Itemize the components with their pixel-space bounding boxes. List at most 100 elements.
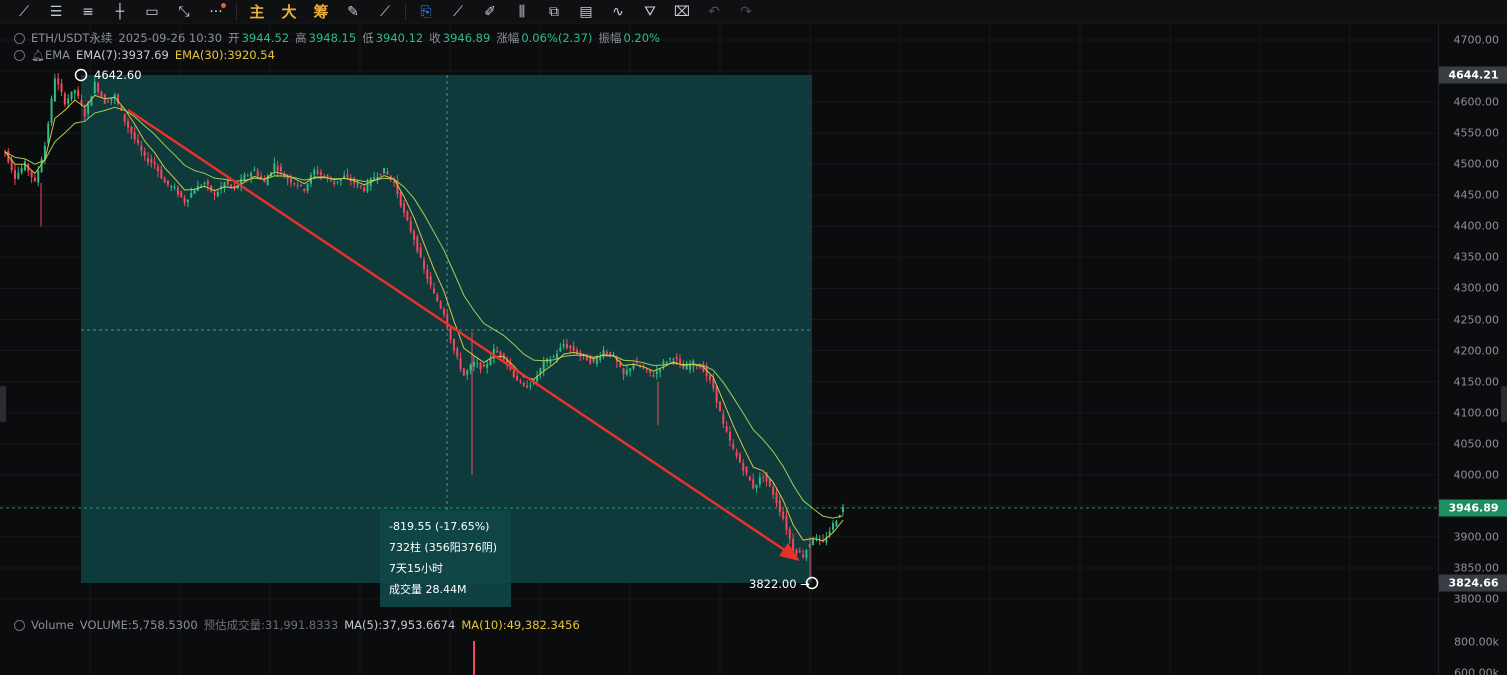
candle-body xyxy=(599,356,602,360)
datetime-label: 2025-09-26 10:30 xyxy=(118,31,223,45)
candle-body xyxy=(13,169,16,179)
candle-body xyxy=(782,511,785,519)
note-icon[interactable]: ▤ xyxy=(570,1,602,23)
collapse-toggle-icon[interactable] xyxy=(14,49,25,61)
left-panel-handle[interactable] xyxy=(0,386,6,422)
trend-draw-icon[interactable]: ⟋ xyxy=(369,1,401,23)
price-axis-tick: 4150.00 xyxy=(1453,375,1500,389)
candle-body xyxy=(409,221,412,232)
price-chart[interactable]: ETH/USDT永续 2025-09-26 10:30 开 3944.52 高 39… xyxy=(0,25,1438,675)
candle-body xyxy=(775,492,778,503)
candle-body xyxy=(413,231,416,240)
bookmark-icon[interactable]: ⎘ xyxy=(410,1,442,23)
redo-icon[interactable]: ↷ xyxy=(730,1,762,23)
copy-icon[interactable]: ⧉ xyxy=(538,1,570,23)
ohlc-legend: ETH/USDT永续 2025-09-26 10:30 开 3944.52 高 39… xyxy=(14,30,660,46)
magnet-icon[interactable]: ∿ xyxy=(602,1,634,23)
price-axis-tick: 4100.00 xyxy=(1453,406,1500,420)
candle-body xyxy=(665,362,668,364)
alert-bell-icon[interactable]: 🔔︎ xyxy=(31,49,45,62)
candle-body xyxy=(802,554,805,558)
cross-line-icon[interactable]: ┼ xyxy=(104,1,136,23)
horizontal-lines-icon[interactable]: ≡ xyxy=(72,1,104,23)
candle-body xyxy=(37,170,40,183)
candle-body xyxy=(735,451,738,456)
price-axis-tick: 4300.00 xyxy=(1453,281,1500,295)
candle-body xyxy=(90,96,93,106)
toolbar-divider xyxy=(405,3,406,20)
candle-body xyxy=(137,139,140,144)
price-axis-tick: 3800.00 xyxy=(1453,592,1500,606)
candle-body xyxy=(655,371,658,375)
measure-change: -819.55 (-17.65%) xyxy=(389,520,490,533)
candle-body xyxy=(186,199,189,203)
candle-body xyxy=(708,375,711,380)
rectangle-icon[interactable]: ▭ xyxy=(136,1,168,23)
candle-body xyxy=(728,431,731,441)
high-label: 高 xyxy=(295,31,307,45)
large-order-button[interactable]: 大 xyxy=(273,1,305,23)
ma10-value: MA(10):49,382.3456 xyxy=(461,618,580,632)
measure-icon[interactable]: ⤡ xyxy=(168,1,200,23)
candle-body xyxy=(432,288,435,294)
candle-body xyxy=(742,462,745,471)
volume-name[interactable]: Volume xyxy=(31,618,74,632)
candle-body xyxy=(363,187,366,192)
price-axis-tick: 3850.00 xyxy=(1453,561,1500,575)
amplitude-label: 振幅 xyxy=(598,31,622,45)
filter-icon[interactable]: ⛛ xyxy=(634,1,666,23)
candle-body xyxy=(456,348,459,357)
candle-body xyxy=(246,174,249,176)
candle-body xyxy=(812,538,815,545)
draw-mode-icon[interactable]: ✎ xyxy=(337,1,369,23)
candle-body xyxy=(462,368,465,376)
candle-body xyxy=(416,236,419,252)
amplitude-value: 0.20% xyxy=(623,31,660,45)
candle-body xyxy=(83,108,86,117)
candle-body xyxy=(313,169,316,175)
chart-canvas xyxy=(0,25,1438,675)
trash-icon[interactable]: ⌧ xyxy=(666,1,698,23)
candles-icon[interactable]: ⫼ xyxy=(506,1,538,23)
undo-icon[interactable]: ↶ xyxy=(698,1,730,23)
price-axis[interactable]: 4700.004650.004600.004550.004500.004450.… xyxy=(1438,25,1507,675)
candle-body xyxy=(755,484,758,489)
candle-body xyxy=(675,356,678,360)
trend-line-icon[interactable]: ⟋ xyxy=(8,1,40,23)
candle-body xyxy=(692,360,695,367)
candle-body xyxy=(572,346,575,352)
symbol-label[interactable]: ETH/USDT永续 xyxy=(31,30,112,46)
parallel-lines-icon[interactable]: ☰ xyxy=(40,1,72,23)
candle-body xyxy=(206,180,209,185)
close-value: 3946.89 xyxy=(442,31,491,45)
more-icon[interactable]: ··· xyxy=(200,1,232,23)
candle-body xyxy=(17,172,20,179)
candle-body xyxy=(499,351,502,357)
candle-body xyxy=(526,385,529,388)
candle-body xyxy=(406,211,409,221)
candle-body xyxy=(63,93,66,105)
candle-body xyxy=(772,487,775,495)
current-price-tag: 3946.89 xyxy=(1439,499,1507,517)
candle-body xyxy=(359,185,362,187)
candle-body xyxy=(53,78,56,102)
candle-body xyxy=(123,114,126,122)
collapse-toggle-icon[interactable] xyxy=(14,619,25,631)
eraser-brush-icon[interactable]: ✐ xyxy=(474,1,506,23)
chip-distribution-button[interactable]: 筹 xyxy=(305,1,337,23)
main-indicator-button[interactable]: 主 xyxy=(241,1,273,23)
candle-body xyxy=(160,169,163,179)
candle-body xyxy=(625,370,628,375)
low-point-label: 3822.00 → xyxy=(749,577,810,591)
right-panel-handle[interactable] xyxy=(1501,386,1507,422)
ruler-icon[interactable]: ⟋ xyxy=(442,1,474,23)
candle-body xyxy=(163,178,166,183)
volume-axis-tick: 600.00k xyxy=(1454,666,1499,675)
candle-body xyxy=(336,181,339,183)
candle-body xyxy=(419,247,422,258)
candle-body xyxy=(170,186,173,188)
collapse-toggle-icon[interactable] xyxy=(14,32,25,44)
candle-body xyxy=(832,523,835,530)
ema-name[interactable]: EMA xyxy=(45,48,70,62)
volume-axis-tick: 800.00k xyxy=(1454,635,1499,649)
